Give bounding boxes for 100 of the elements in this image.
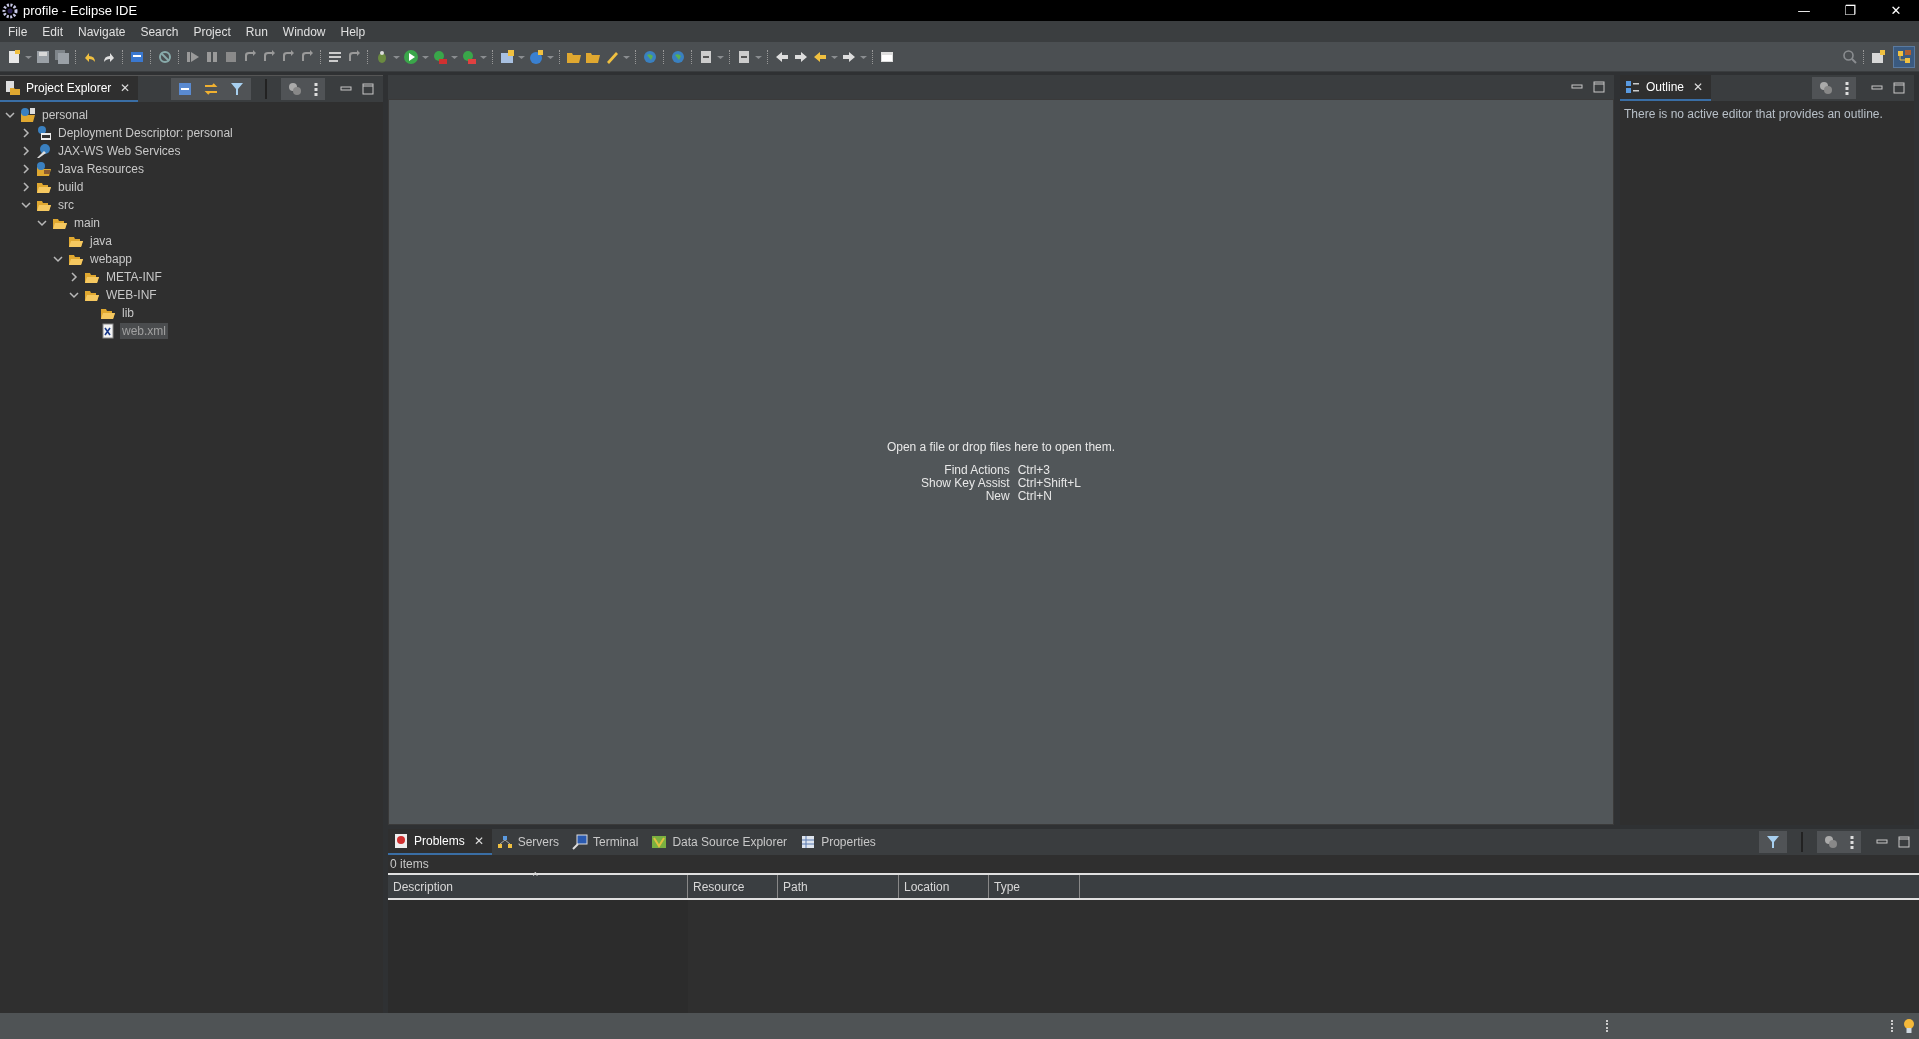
filter-icon[interactable]: [1765, 834, 1781, 850]
problems-icon: [393, 833, 409, 849]
perspective-icon[interactable]: [1896, 48, 1912, 65]
menu-item[interactable]: Search: [134, 24, 188, 39]
shortcut-label: New: [984, 489, 1010, 503]
menu-item[interactable]: Help: [334, 24, 375, 39]
menu-item[interactable]: Run: [239, 24, 277, 39]
tree-item[interactable]: JAX-WS Web Services: [56, 143, 183, 159]
tree-item[interactable]: build: [56, 179, 86, 195]
close-button[interactable]: ✕: [120, 81, 131, 95]
expanded-chevron-icon[interactable]: [68, 289, 80, 301]
shortcut-keys: Ctrl+Shift+L: [1017, 476, 1082, 490]
item-count: 0 items: [389, 856, 430, 873]
panel-tab[interactable]: Properties: [795, 829, 884, 855]
explorer-icon: [5, 80, 21, 96]
shortcut-label: Show Key Assist: [920, 476, 1010, 490]
package-icon[interactable]: [499, 48, 515, 65]
column-header[interactable]: Path: [778, 875, 899, 898]
collapsed-chevron-icon[interactable]: [68, 271, 80, 283]
outline-icon: [1625, 79, 1641, 95]
perspective-icon[interactable]: [1870, 48, 1886, 65]
menu-item[interactable]: File: [2, 24, 37, 39]
minimize-button[interactable]: —: [1781, 0, 1827, 21]
menu-item[interactable]: Project: [187, 24, 240, 39]
data-source-icon: [651, 834, 668, 850]
filter-icon[interactable]: [229, 81, 245, 97]
panel-tab[interactable]: Problems ✕: [388, 829, 492, 855]
expanded-chevron-icon[interactable]: [52, 253, 64, 265]
globe-icon[interactable]: [642, 48, 658, 65]
maximize-icon[interactable]: [1897, 835, 1911, 849]
panel-tab[interactable]: Project Explorer ✕: [0, 76, 139, 102]
xml-file-icon: [100, 323, 116, 339]
shortcut-keys: Ctrl+3: [1017, 463, 1082, 477]
network-icon: [496, 834, 513, 850]
view-menu-icon[interactable]: [1823, 834, 1839, 850]
crossed-circle-icon[interactable]: [157, 48, 173, 65]
disks-icon[interactable]: [54, 48, 70, 65]
tree-item[interactable]: webapp: [88, 251, 135, 267]
search-icon[interactable]: [1842, 48, 1858, 65]
resources-icon: [36, 161, 52, 177]
panel-tab[interactable]: Outline ✕: [1620, 75, 1712, 101]
tree-item[interactable]: META-INF: [104, 269, 164, 285]
web-services-icon: [36, 143, 52, 159]
collapsed-chevron-icon[interactable]: [20, 181, 32, 193]
view-menu-icon[interactable]: [287, 81, 303, 97]
document-icon[interactable]: [6, 48, 22, 65]
panel-tab[interactable]: Servers: [491, 829, 568, 855]
terminal-icon: [572, 834, 589, 850]
restore-button[interactable]: ❐: [1827, 0, 1873, 21]
close-button[interactable]: ✕: [473, 834, 484, 848]
window-title: profile - Eclipse IDE: [23, 3, 138, 18]
expanded-chevron-icon[interactable]: [20, 199, 32, 211]
tree-item[interactable]: Java Resources: [56, 161, 147, 177]
panel-tab[interactable]: Data Source Explorer: [646, 829, 796, 855]
tree-item[interactable]: Deployment Descriptor: personal: [56, 125, 235, 141]
view-menu-icon[interactable]: [1818, 80, 1834, 96]
tree-item[interactable]: java: [88, 233, 114, 249]
more-options-icon[interactable]: [1849, 834, 1855, 850]
tree-item[interactable]: src: [56, 197, 76, 213]
menu-item[interactable]: Window: [276, 24, 335, 39]
play-icon[interactable]: [403, 48, 419, 65]
shortcut-keys: Ctrl+N: [1017, 489, 1082, 503]
globe-icon[interactable]: [670, 48, 686, 65]
tree-item[interactable]: personal: [40, 107, 91, 123]
navigate-icon[interactable]: [698, 48, 714, 65]
maximize-icon[interactable]: [1892, 81, 1906, 95]
drag-handle-icon[interactable]: [1891, 1020, 1895, 1032]
lightbulb-icon[interactable]: [1903, 1018, 1915, 1034]
tree-item[interactable]: lib: [120, 305, 136, 321]
link-arrows-icon[interactable]: [203, 81, 219, 97]
maximize-icon[interactable]: [361, 82, 375, 96]
more-options-icon[interactable]: [1844, 80, 1850, 96]
close-button[interactable]: ✕: [1873, 0, 1919, 21]
properties-icon: [800, 834, 817, 850]
shortcut-label: Find Actions: [943, 463, 1010, 477]
column-header[interactable]: Resource: [688, 875, 778, 898]
expanded-chevron-icon[interactable]: [36, 217, 48, 229]
collapsed-chevron-icon[interactable]: [20, 127, 32, 139]
maximize-icon[interactable]: [1592, 80, 1606, 94]
outline-message: There is no active editor that provides an outline.: [1623, 106, 1884, 123]
circle-icon[interactable]: [528, 48, 544, 65]
expanded-chevron-icon[interactable]: [4, 109, 16, 121]
tree-item[interactable]: main: [72, 215, 102, 231]
editor-hint: Open a file or drop files here to open them.: [886, 439, 1116, 454]
panel-tab[interactable]: Terminal: [567, 829, 647, 855]
collapsed-chevron-icon[interactable]: [20, 145, 32, 157]
collapse-all-icon[interactable]: [177, 81, 193, 97]
gear-icon: [2, 2, 18, 19]
menu-item[interactable]: Navigate: [72, 24, 135, 39]
collapsed-chevron-icon[interactable]: [20, 163, 32, 175]
more-options-icon[interactable]: [313, 81, 319, 97]
column-header[interactable]: Location: [899, 875, 989, 898]
column-header[interactable]: Type: [989, 875, 1080, 898]
tree-item[interactable]: WEB-INF: [104, 287, 159, 303]
drag-handle-icon[interactable]: [1606, 1020, 1610, 1032]
navigate-icon[interactable]: [736, 48, 752, 65]
project-icon: [20, 107, 36, 123]
close-button[interactable]: ✕: [1693, 80, 1704, 94]
menu-item[interactable]: Edit: [36, 24, 73, 39]
descriptor-icon: [36, 125, 52, 141]
